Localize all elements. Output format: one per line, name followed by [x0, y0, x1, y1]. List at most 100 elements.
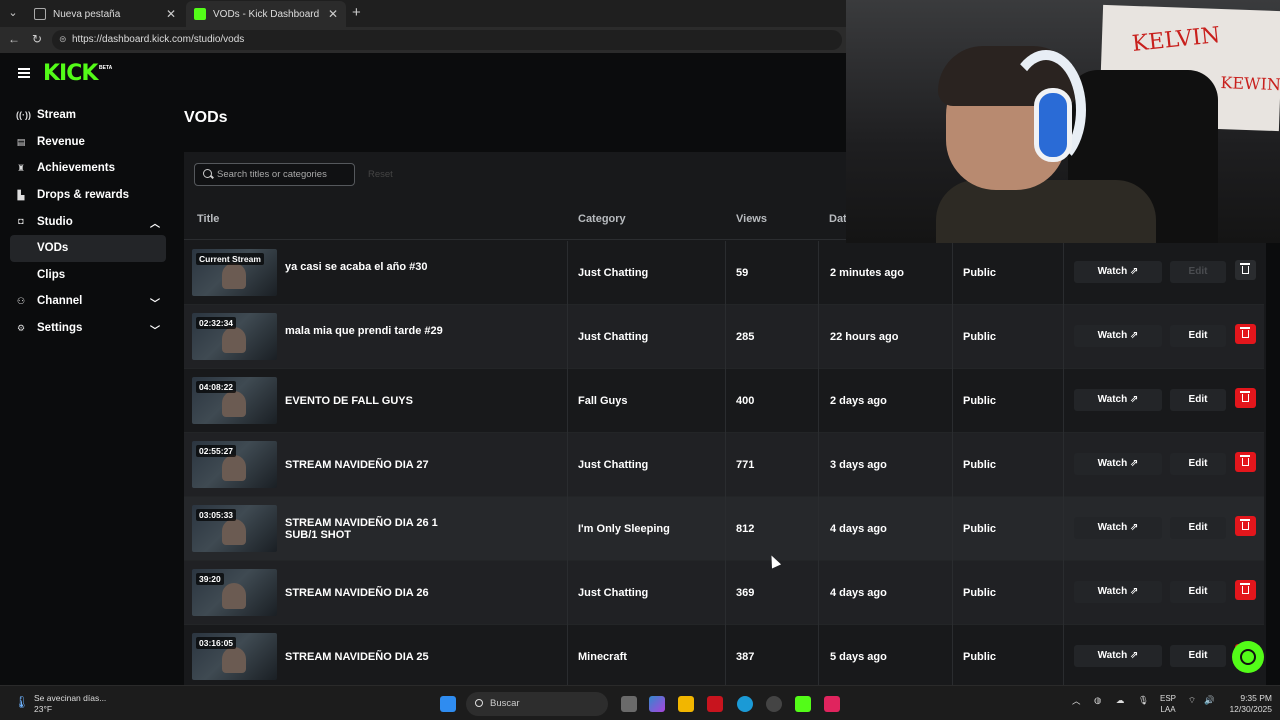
vod-category[interactable]: Just Chatting: [578, 267, 648, 279]
tiktok-icon[interactable]: [824, 696, 840, 712]
vod-category[interactable]: Fall Guys: [578, 395, 628, 407]
delete-button[interactable]: [1235, 580, 1256, 600]
new-tab-icon[interactable]: +: [352, 4, 361, 21]
vod-thumbnail[interactable]: 02:32:34: [192, 313, 277, 360]
sidebar-item-revenue[interactable]: ▤ Revenue: [10, 129, 166, 156]
kick-app-icon[interactable]: [795, 696, 811, 712]
edit-button[interactable]: Edit: [1170, 517, 1226, 539]
delete-button[interactable]: [1235, 452, 1256, 472]
vod-title[interactable]: STREAM NAVIDEÑO DIA 26: [285, 587, 455, 599]
sidebar-item-label: Channel: [37, 295, 83, 308]
close-icon[interactable]: ✕: [328, 7, 338, 21]
task-view-icon[interactable]: [621, 696, 637, 712]
weather-widget[interactable]: 🌡 Se avecinan días... 23°F: [14, 693, 106, 715]
site-info-icon[interactable]: ⊜: [59, 34, 67, 45]
column-divider: [567, 305, 568, 369]
vod-thumbnail[interactable]: 03:05:33: [192, 505, 277, 552]
sidebar-item-achievements[interactable]: ♜ Achievements: [10, 155, 166, 182]
watch-button[interactable]: Watch ⇗: [1074, 325, 1162, 347]
delete-button[interactable]: [1235, 388, 1256, 408]
language-indicator[interactable]: ESP LAA: [1158, 693, 1178, 715]
vod-title[interactable]: STREAM NAVIDEÑO DIA 26 1 SUB/1 SHOT: [285, 517, 455, 541]
folder-icon[interactable]: [678, 696, 694, 712]
table-row[interactable]: 02:32:34 mala mia que prendi tarde #29 Jus…: [184, 305, 1264, 369]
sidebar-item-channel[interactable]: ⚇ Channel ﹀: [10, 288, 166, 315]
cloud-icon[interactable]: ☁: [1116, 695, 1125, 706]
edge-icon[interactable]: [737, 696, 753, 712]
sidebar-item-stream[interactable]: ((·)) Stream: [10, 102, 166, 129]
column-divider: [1063, 625, 1064, 685]
edit-button[interactable]: Edit: [1170, 261, 1226, 283]
column-header-category[interactable]: Category: [578, 213, 626, 225]
sidebar-item-vods[interactable]: VODs: [10, 234, 166, 262]
watch-button[interactable]: Watch ⇗: [1074, 261, 1162, 283]
reset-button[interactable]: Reset: [368, 169, 393, 180]
watch-button[interactable]: Watch ⇗: [1074, 389, 1162, 411]
browser-tab-new[interactable]: Nueva pestaña ✕: [26, 1, 184, 27]
edit-button[interactable]: Edit: [1170, 453, 1226, 475]
table-row[interactable]: 03:05:33 STREAM NAVIDEÑO DIA 26 1 SUB/1 S…: [184, 497, 1264, 561]
browser-tab-kick[interactable]: VODs - Kick Dashboard ✕: [186, 1, 346, 27]
edit-button[interactable]: Edit: [1170, 389, 1226, 411]
table-row[interactable]: 03:16:05 STREAM NAVIDEÑO DIA 25 Minecraft 3…: [184, 625, 1264, 685]
url-field[interactable]: ⊜ https://dashboard.kick.com/studio/vods: [52, 30, 842, 50]
obs-icon[interactable]: [766, 696, 782, 712]
vod-thumbnail[interactable]: 04:08:22: [192, 377, 277, 424]
vod-title[interactable]: STREAM NAVIDEÑO DIA 25: [285, 651, 455, 663]
column-header-date[interactable]: Dat: [829, 213, 847, 225]
vod-category[interactable]: Minecraft: [578, 651, 627, 663]
delete-button[interactable]: [1235, 324, 1256, 344]
windows-taskbar: 🌡 Se avecinan días... 23°F Buscar ︿ ◍ ☁ …: [0, 685, 1280, 720]
taskbar-search[interactable]: Buscar: [466, 692, 608, 716]
sidebar-item-drops[interactable]: ▙ Drops & rewards: [10, 182, 166, 209]
sidebar-item-settings[interactable]: ⚙ Settings ﹀: [10, 315, 166, 342]
network-app-icon[interactable]: ◍: [1094, 695, 1101, 706]
vod-thumbnail[interactable]: 02:55:27: [192, 441, 277, 488]
vod-date: 3 days ago: [830, 459, 887, 471]
vod-title[interactable]: mala mia que prendi tarde #29: [285, 325, 455, 337]
watch-button[interactable]: Watch ⇗: [1074, 453, 1162, 475]
table-row[interactable]: 02:55:27 STREAM NAVIDEÑO DIA 27 Just Chatt…: [184, 433, 1264, 497]
antivirus-icon[interactable]: [707, 696, 723, 712]
sidebar-item-studio[interactable]: ◘ Studio ︿: [10, 208, 166, 235]
vod-category[interactable]: I'm Only Sleeping: [578, 523, 670, 535]
volume-icon[interactable]: 🔊: [1204, 695, 1215, 706]
tab-list-chevron-icon[interactable]: ⌄: [4, 6, 22, 22]
reload-icon[interactable]: ↻: [32, 32, 42, 46]
vod-title[interactable]: STREAM NAVIDEÑO DIA 27: [285, 459, 455, 471]
delete-button[interactable]: [1235, 516, 1256, 536]
start-icon[interactable]: [440, 696, 456, 712]
taskbar-clock[interactable]: 9:35 PM 12/30/2025: [1222, 693, 1272, 715]
microphone-icon[interactable]: 🎙: [1138, 695, 1149, 706]
edit-button[interactable]: Edit: [1170, 581, 1226, 603]
vod-category[interactable]: Just Chatting: [578, 331, 648, 343]
watch-button[interactable]: Watch ⇗: [1074, 581, 1162, 603]
sidebar-item-clips[interactable]: Clips: [10, 262, 166, 289]
watch-button[interactable]: Watch ⇗: [1074, 645, 1162, 667]
edit-button[interactable]: Edit: [1170, 325, 1226, 347]
chevron-up-icon[interactable]: ︿: [1072, 695, 1081, 707]
back-arrow-icon[interactable]: ←: [8, 32, 20, 46]
vod-thumbnail[interactable]: Current Stream: [192, 249, 277, 296]
column-header-title[interactable]: Title: [197, 213, 219, 225]
vod-category[interactable]: Just Chatting: [578, 459, 648, 471]
delete-button[interactable]: [1235, 260, 1256, 280]
copilot-icon[interactable]: [649, 696, 665, 712]
kick-logo[interactable]: KICK: [43, 61, 98, 86]
edit-button[interactable]: Edit: [1170, 645, 1226, 667]
vod-thumbnail[interactable]: 39:20: [192, 569, 277, 616]
table-row[interactable]: 39:20 STREAM NAVIDEÑO DIA 26 Just Chatting…: [184, 561, 1264, 625]
watch-button[interactable]: Watch ⇗: [1074, 517, 1162, 539]
vod-title[interactable]: ya casi se acaba el año #30: [285, 261, 455, 273]
menu-icon[interactable]: [18, 68, 30, 78]
close-icon[interactable]: ✕: [166, 7, 176, 21]
search-input[interactable]: Search titles or categories: [194, 163, 355, 186]
support-chat-button[interactable]: [1232, 641, 1264, 673]
wifi-icon[interactable]: ⌔: [1188, 695, 1196, 706]
column-header-views[interactable]: Views: [736, 213, 767, 225]
vod-category[interactable]: Just Chatting: [578, 587, 648, 599]
vod-thumbnail[interactable]: 03:16:05: [192, 633, 277, 680]
table-row[interactable]: Current Stream ya casi se acaba el año #3…: [184, 241, 1264, 305]
table-row[interactable]: 04:08:22 EVENTO DE FALL GUYS Fall Guys 400 2…: [184, 369, 1264, 433]
vod-title[interactable]: EVENTO DE FALL GUYS: [285, 395, 455, 407]
